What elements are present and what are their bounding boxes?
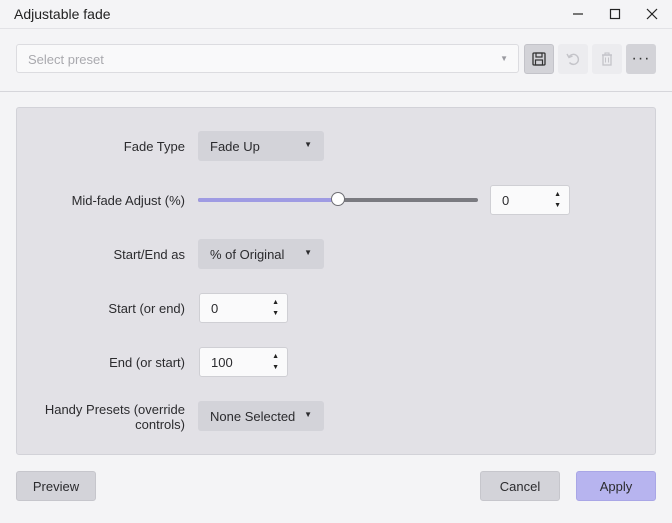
- close-button[interactable]: [642, 4, 662, 24]
- apply-button-label: Apply: [599, 478, 633, 494]
- chevron-down-icon: ▼: [500, 54, 508, 63]
- handy-presets-value: None Selected: [210, 409, 296, 424]
- minimize-button[interactable]: [568, 4, 588, 24]
- handy-presets-label-line1: Handy Presets (override: [44, 402, 185, 417]
- start-value: 0: [211, 301, 219, 316]
- trash-icon: [602, 52, 612, 66]
- mid-fade-value: 0: [502, 193, 510, 208]
- window-title: Adjustable fade: [14, 6, 111, 22]
- decrement-arrow-icon[interactable]: ▼: [272, 364, 279, 372]
- mid-fade-stepper[interactable]: 0 ▲ ▼: [490, 185, 570, 215]
- close-icon: [646, 8, 658, 20]
- save-preset-button[interactable]: [524, 44, 554, 74]
- decrement-arrow-icon[interactable]: ▼: [272, 310, 279, 318]
- delete-preset-button[interactable]: [592, 44, 622, 74]
- chevron-down-icon: ▼: [304, 140, 312, 149]
- start-stepper[interactable]: 0 ▲ ▼: [199, 293, 288, 323]
- preset-bar: Select preset ▼ ···: [0, 29, 672, 92]
- cancel-button[interactable]: Cancel: [480, 471, 560, 501]
- start-end-as-value: % of Original: [210, 247, 285, 262]
- fade-type-value: Fade Up: [210, 139, 260, 154]
- slider-thumb[interactable]: [331, 192, 345, 206]
- preview-button[interactable]: Preview: [16, 471, 96, 501]
- maximize-button[interactable]: [605, 4, 625, 24]
- apply-button[interactable]: Apply: [576, 471, 656, 501]
- maximize-icon: [609, 8, 621, 20]
- undo-icon: [566, 53, 580, 66]
- handy-presets-dropdown[interactable]: None Selected ▼: [198, 401, 324, 431]
- handy-presets-label-line2: controls): [135, 417, 185, 432]
- minimize-icon: [573, 13, 583, 15]
- undo-preset-button[interactable]: [558, 44, 588, 74]
- chevron-down-icon: ▼: [304, 248, 312, 257]
- start-label: Start (or end): [108, 301, 185, 316]
- increment-arrow-icon[interactable]: ▲: [272, 299, 279, 307]
- fade-type-label: Fade Type: [123, 139, 185, 154]
- chevron-down-icon: ▼: [304, 410, 312, 419]
- mid-fade-label: Mid-fade Adjust (%): [71, 193, 185, 208]
- increment-arrow-icon[interactable]: ▲: [272, 353, 279, 361]
- save-icon: [532, 52, 546, 66]
- end-value: 100: [211, 355, 233, 370]
- more-icon: ···: [631, 50, 651, 67]
- slider-fill: [198, 198, 338, 202]
- end-stepper[interactable]: 100 ▲ ▼: [199, 347, 288, 377]
- mid-fade-slider[interactable]: [198, 191, 478, 209]
- preview-button-label: Preview: [32, 478, 80, 494]
- start-end-as-label: Start/End as: [113, 247, 185, 262]
- title-bar: Adjustable fade: [0, 0, 672, 29]
- end-label: End (or start): [109, 355, 185, 370]
- preset-select[interactable]: Select preset ▼: [16, 44, 519, 73]
- fade-type-dropdown[interactable]: Fade Up ▼: [198, 131, 324, 161]
- preset-placeholder: Select preset: [28, 52, 104, 67]
- decrement-arrow-icon[interactable]: ▼: [554, 202, 561, 210]
- start-end-as-dropdown[interactable]: % of Original ▼: [198, 239, 324, 269]
- more-options-button[interactable]: ···: [626, 44, 656, 74]
- increment-arrow-icon[interactable]: ▲: [554, 191, 561, 199]
- cancel-button-label: Cancel: [499, 478, 541, 494]
